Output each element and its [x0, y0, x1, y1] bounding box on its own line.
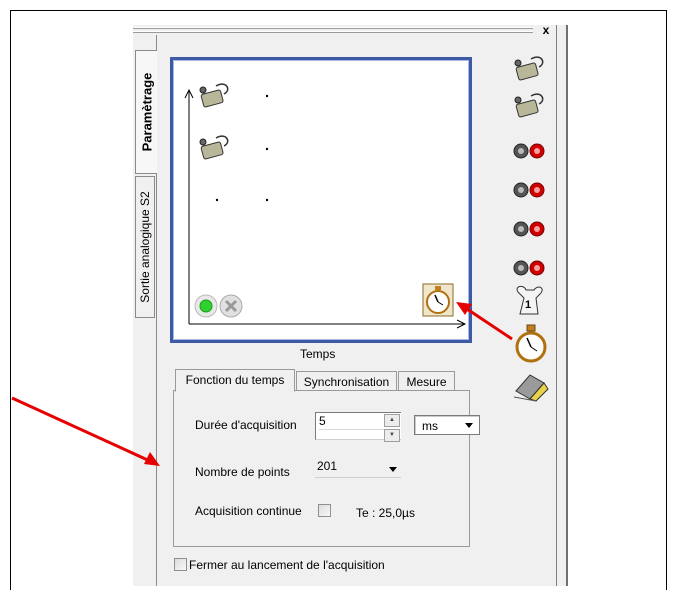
- annotation-arrows: [11, 302, 513, 466]
- tab-fonction-du-temps[interactable]: Fonction du temps: [175, 369, 295, 392]
- annotation-arrow: [11, 396, 160, 466]
- annotation-arrow: [456, 302, 513, 341]
